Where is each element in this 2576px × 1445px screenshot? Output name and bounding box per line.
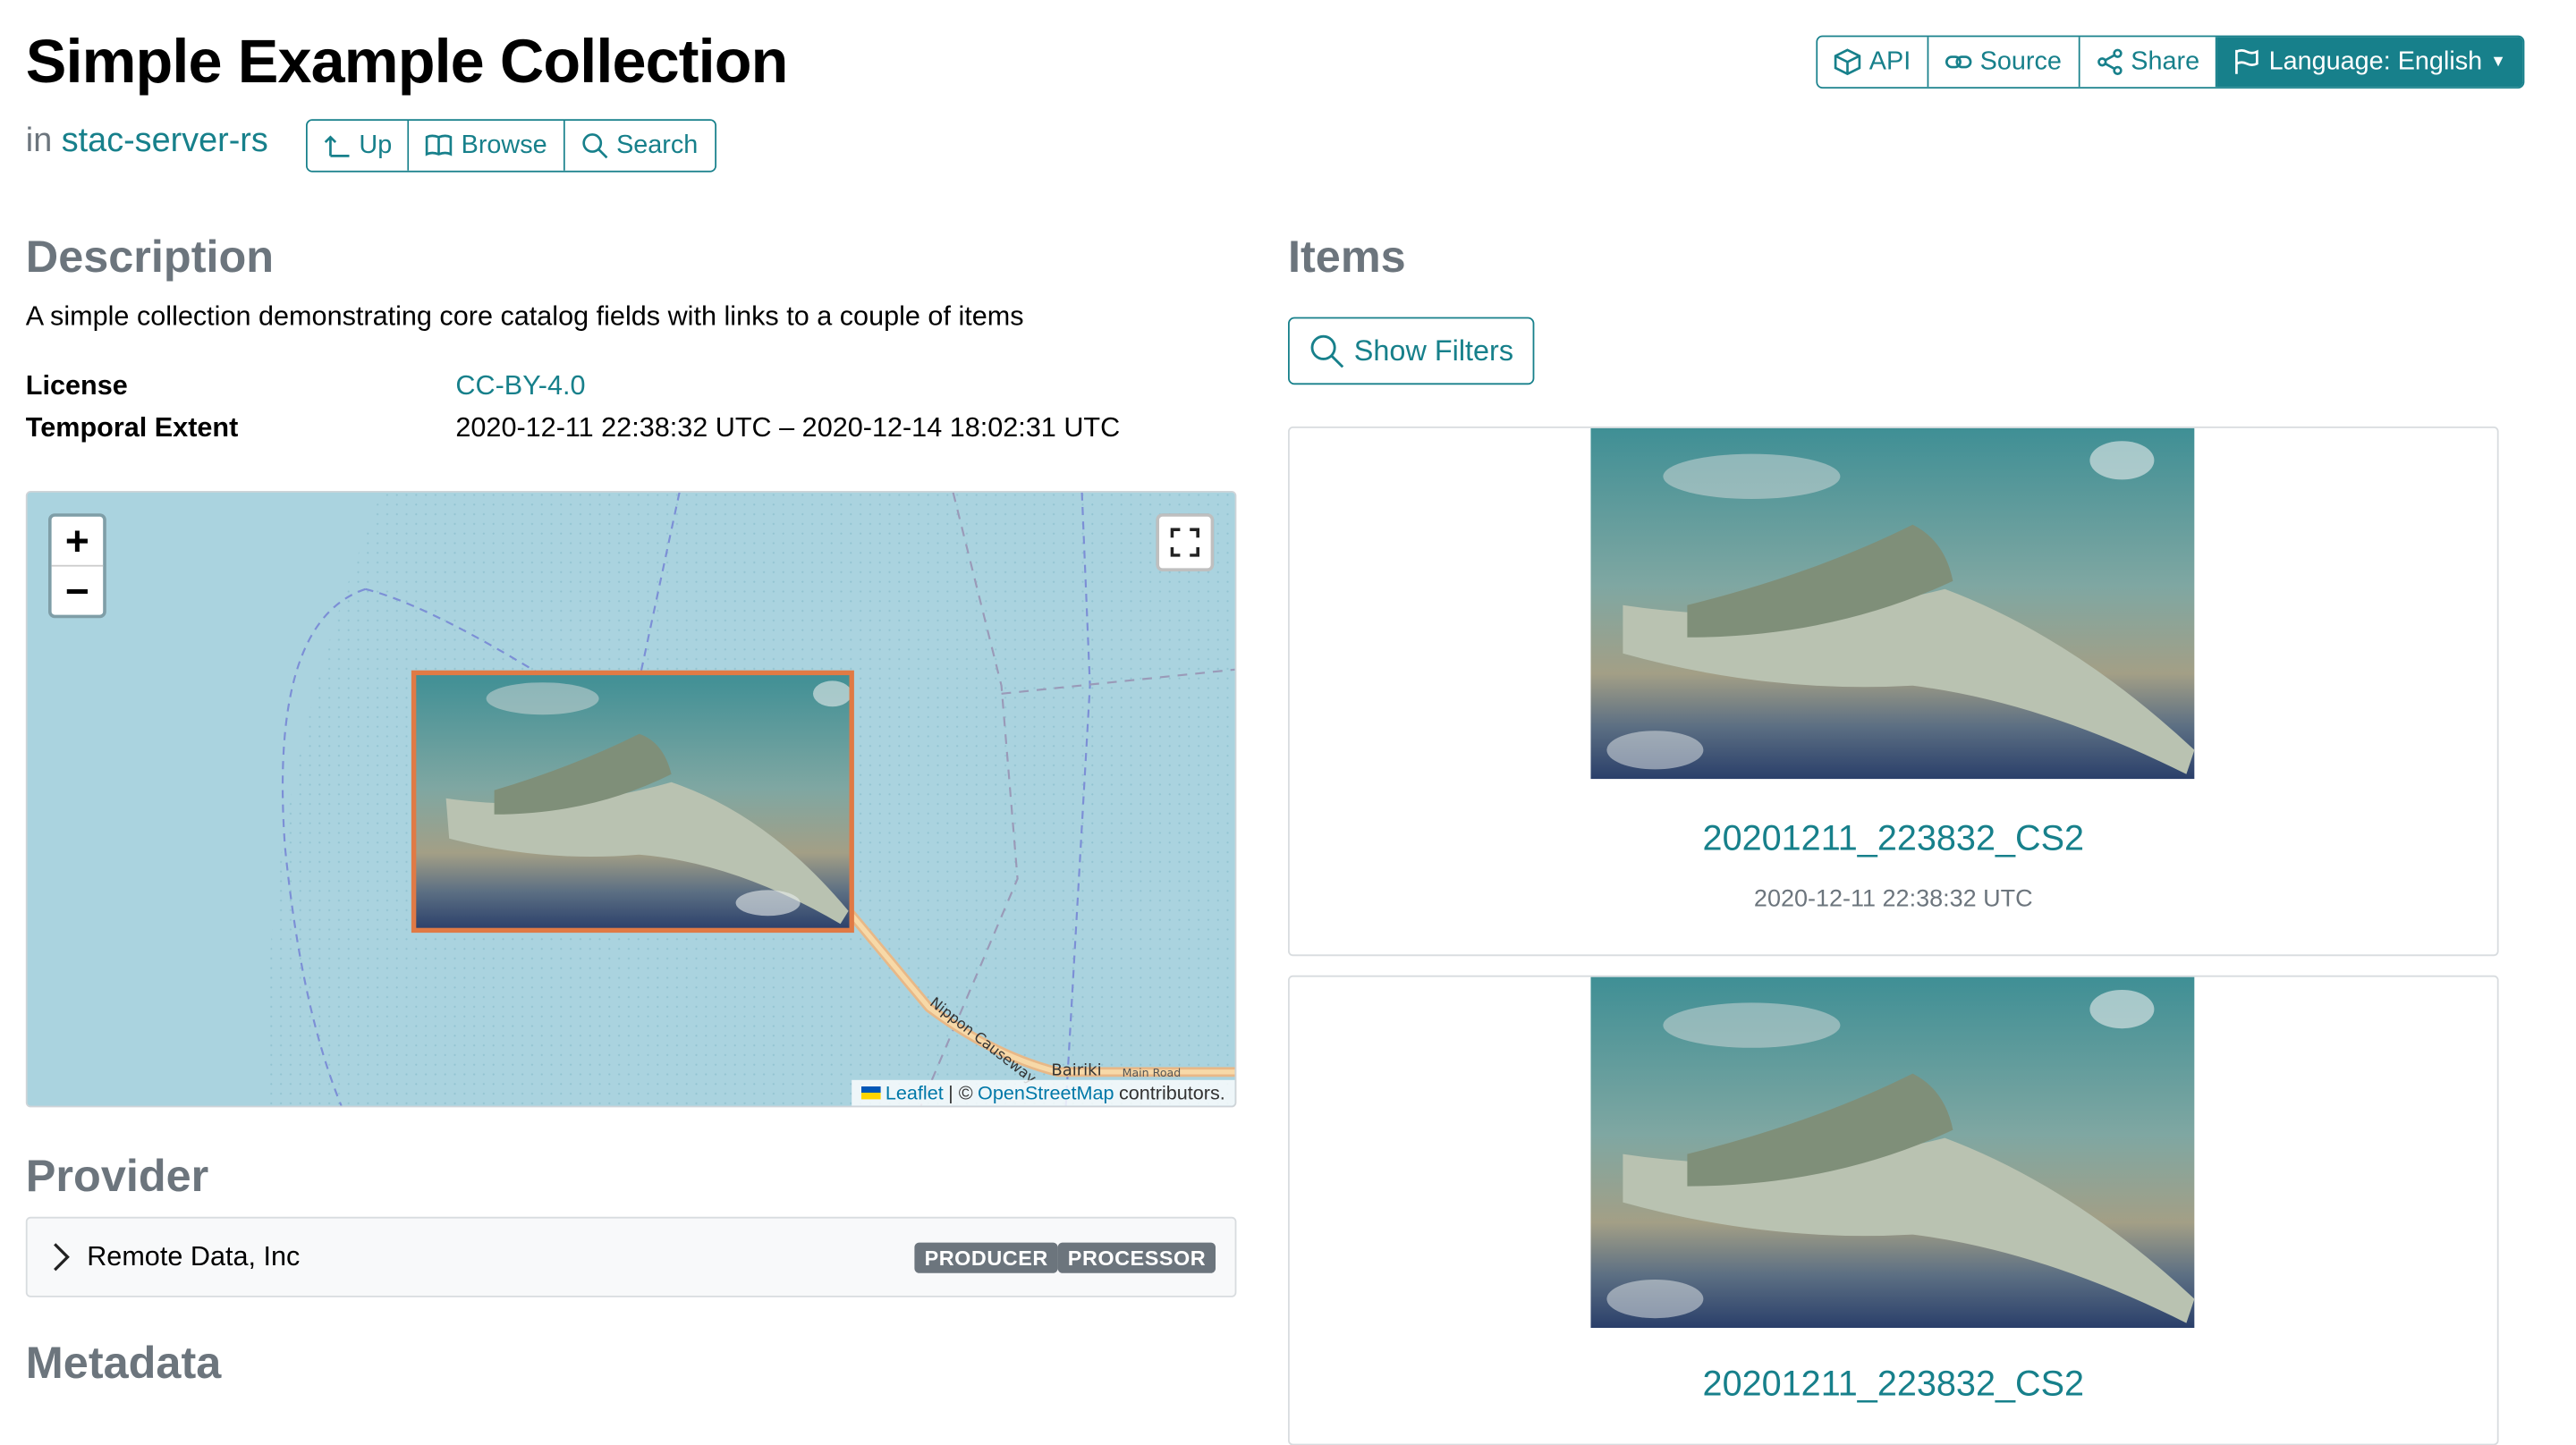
parent-breadcrumb: in stac-server-rs [26, 123, 268, 161]
role-badge-processor: PROCESSOR [1057, 1242, 1216, 1273]
source-button[interactable]: Source [1928, 37, 2080, 88]
language-label: Language: English [2268, 47, 2483, 75]
up-button[interactable]: Up [307, 121, 411, 171]
api-button[interactable]: API [1818, 37, 1929, 88]
search-icon [1310, 334, 1344, 368]
item-title-link[interactable]: 20201211_223832_CS2 [1290, 1364, 2497, 1406]
show-filters-label: Show Filters [1353, 334, 1514, 367]
chevron-right-icon [54, 1243, 70, 1272]
description-heading: Description [25, 232, 275, 282]
language-dropdown[interactable]: Language: English ▼ [2216, 37, 2523, 88]
browse-button[interactable]: Browse [410, 121, 565, 171]
chevron-down-icon: ▼ [2490, 53, 2507, 72]
share-icon [2097, 48, 2122, 76]
description-text: A simple collection demonstrating core c… [25, 300, 1024, 332]
item-thumbnail[interactable] [1590, 976, 2195, 1328]
leaflet-link[interactable]: Leaflet [886, 1082, 944, 1104]
source-label: Source [1979, 47, 2062, 75]
items-heading: Items [1288, 232, 1406, 282]
share-label: Share [2131, 47, 2200, 75]
up-label: Up [359, 131, 393, 159]
role-badge-producer: PRODUCER [914, 1242, 1058, 1273]
zoom-in-button[interactable]: + [52, 517, 104, 565]
provider-heading: Provider [25, 1151, 209, 1201]
metadata-heading: Metadata [25, 1337, 222, 1388]
license-label: License [25, 370, 128, 401]
arrow-up-left-icon [324, 135, 350, 157]
item-date: 2020-12-11 22:38:32 UTC [1753, 885, 2033, 913]
map-view[interactable]: Nippon Causeway Bairiki Main Road + − Le… [25, 491, 1237, 1108]
temporal-extent-value: 2020-12-11 22:38:32 UTC – 2020-12-14 18:… [455, 411, 1121, 443]
item-title-link[interactable]: 20201211_223832_CS2 [1290, 817, 2497, 859]
collection-footprint[interactable] [411, 670, 854, 934]
show-filters-button[interactable]: Show Filters [1288, 317, 1535, 385]
map-attribution: Leaflet | © OpenStreetMap contributors. [852, 1079, 1235, 1106]
box-icon [1834, 48, 1861, 76]
search-button[interactable]: Search [564, 121, 715, 171]
link-icon [1945, 55, 1972, 69]
navigation-button-group: Up Browse Search [306, 119, 716, 173]
api-label: API [1868, 47, 1911, 75]
attribution-suffix: contributors. [1118, 1081, 1225, 1104]
ukraine-flag-icon [860, 1086, 881, 1100]
road-label: Main Road [1123, 1066, 1182, 1079]
browse-label: Browse [461, 131, 547, 159]
license-link[interactable]: CC-BY-4.0 [455, 370, 585, 401]
fullscreen-icon [1170, 528, 1199, 557]
item-card[interactable]: 20201211_223832_CS2 2020-12-11 22:38:32 … [1288, 427, 2499, 957]
search-icon [581, 133, 608, 159]
book-icon [426, 134, 453, 156]
in-prefix: in [25, 122, 53, 160]
zoom-control: + − [48, 513, 106, 619]
attribution-separator: | © [948, 1081, 973, 1104]
item-card[interactable]: 20201211_223832_CS2 [1288, 975, 2499, 1445]
search-label: Search [616, 131, 699, 159]
zoom-out-button[interactable]: − [51, 564, 104, 615]
place-label: Bairiki [1051, 1061, 1101, 1079]
map-tiles: Nippon Causeway Bairiki Main Road [27, 492, 1235, 1106]
provider-name: Remote Data, Inc [87, 1240, 301, 1272]
top-toolbar: API Source Share Language: English ▼ [1816, 35, 2524, 89]
provider-row[interactable]: Remote Data, Inc PRODUCER PROCESSOR [25, 1216, 1237, 1297]
share-button[interactable]: Share [2079, 37, 2217, 88]
flag-icon [2235, 49, 2259, 74]
fullscreen-button[interactable] [1156, 513, 1215, 571]
temporal-extent-label: Temporal Extent [25, 411, 239, 443]
page-title: Simple Example Collection [25, 29, 789, 97]
openstreetmap-link[interactable]: OpenStreetMap [978, 1082, 1114, 1104]
item-thumbnail[interactable] [1590, 427, 2195, 780]
parent-catalog-link[interactable]: stac-server-rs [62, 123, 268, 159]
